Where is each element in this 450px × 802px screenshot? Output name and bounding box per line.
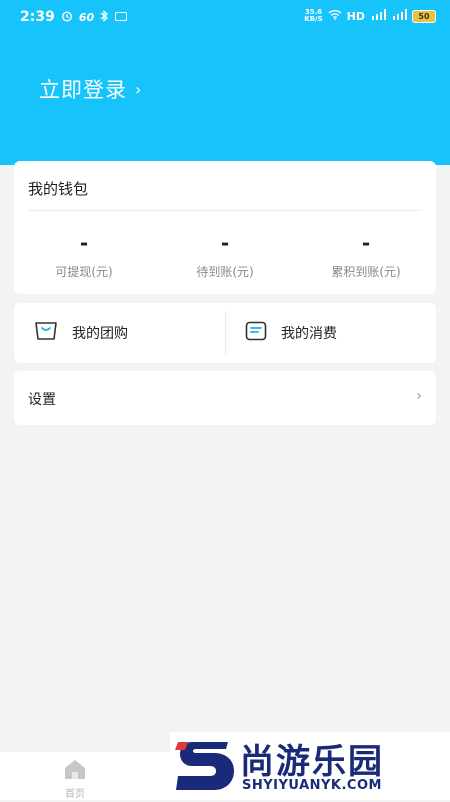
wifi-icon <box>328 9 342 23</box>
settings-row[interactable]: 设置 › <box>14 371 436 425</box>
group-buy-label: 我的团购 <box>72 326 128 342</box>
wallet-card: 我的钱包 - 可提现(元) - 待到账(元) - 累积到账(元) <box>14 161 436 294</box>
signal-icon <box>370 9 386 23</box>
nav-home-tab[interactable]: 首页 <box>55 758 95 800</box>
alarm-icon <box>61 10 73 25</box>
my-group-buy-button[interactable]: 我的团购 <box>34 303 128 363</box>
my-consumption-button[interactable]: 我的消费 <box>245 303 337 363</box>
stat-value: - <box>79 231 89 255</box>
stat-label: 可提现(元) <box>55 265 113 279</box>
watermark-logo-icon <box>174 736 236 802</box>
wallet-title: 我的钱包 <box>28 180 89 198</box>
bag-icon <box>34 321 58 345</box>
header: 2:39 60 35.6 KB/S HD 50 立即登录 › <box>0 0 450 165</box>
chevron-right-icon: › <box>416 388 422 404</box>
stat-withdrawable[interactable]: - 可提现(元) <box>14 231 154 280</box>
network-speed-label: 60 <box>78 10 95 24</box>
battery-icon: 50 <box>412 9 436 23</box>
watermark-url: SHYIYUANYK.COM <box>242 778 382 793</box>
settings-label: 设置 <box>28 392 56 408</box>
divider <box>225 311 226 355</box>
login-link[interactable]: 立即登录 › <box>39 74 142 104</box>
hd-label: HD <box>346 9 365 23</box>
signal-icon <box>391 9 407 23</box>
login-label: 立即登录 <box>39 78 127 102</box>
status-time: 2:39 <box>20 9 55 25</box>
watermark: 尚游乐园 SHYIYUANYK.COM <box>170 732 450 800</box>
stat-label: 待到账(元) <box>196 265 254 279</box>
consumption-label: 我的消费 <box>281 326 337 342</box>
stat-value: - <box>220 231 230 255</box>
home-icon <box>62 760 88 784</box>
stat-pending[interactable]: - 待到账(元) <box>155 231 295 280</box>
watermark-text: 尚游乐园 <box>240 742 384 782</box>
home-label: 首页 <box>65 789 85 800</box>
receipt-icon <box>245 321 267 345</box>
stat-value: - <box>361 231 371 255</box>
actions-card: 我的团购 我的消费 <box>14 303 436 363</box>
divider <box>28 210 422 211</box>
status-bar: 2:39 60 35.6 KB/S HD 50 <box>0 0 450 36</box>
nfc-icon <box>115 10 128 24</box>
chevron-right-icon: › <box>135 79 143 99</box>
stat-accumulated[interactable]: - 累积到账(元) <box>296 231 436 280</box>
stat-label: 累积到账(元) <box>331 265 401 279</box>
bluetooth-icon <box>100 9 109 25</box>
data-speed: 35.6 KB/S <box>304 8 323 23</box>
